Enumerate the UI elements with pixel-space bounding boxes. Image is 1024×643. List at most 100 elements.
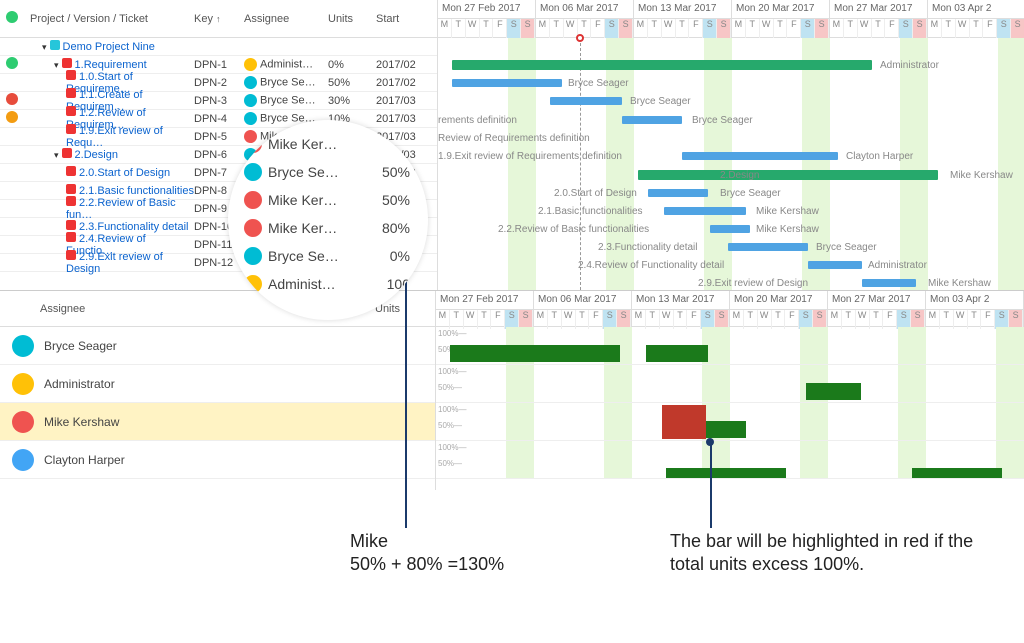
gantt-bar[interactable] xyxy=(452,79,562,87)
task-name[interactable]: 2.0.Start of Design xyxy=(79,167,170,179)
week-header: Mon 27 Feb 2017MTWTFSS xyxy=(436,291,534,326)
task-name[interactable]: 2.Design xyxy=(75,149,118,161)
resource-row[interactable]: Clayton Harper xyxy=(0,441,435,479)
load-bar[interactable] xyxy=(806,383,861,400)
day-header: T xyxy=(676,19,690,38)
weekend-stripe xyxy=(998,38,1024,290)
gantt-bar[interactable] xyxy=(862,279,916,287)
load-bar[interactable] xyxy=(450,345,620,362)
week-header: Mon 13 Mar 2017MTWTFSS xyxy=(632,291,730,326)
avatar-icon xyxy=(12,449,34,471)
gantt-bar[interactable] xyxy=(550,97,622,105)
issue-type-icon xyxy=(66,88,76,98)
annotation-mike: Mike 50% + 80% =130% xyxy=(350,530,504,577)
week-header: Mon 27 Mar 2017MTWTFSS xyxy=(830,0,928,37)
load-bar[interactable] xyxy=(912,468,1002,478)
load-bar[interactable] xyxy=(706,421,746,438)
gantt-bar[interactable] xyxy=(664,207,746,215)
status-icon xyxy=(6,111,18,123)
key-col-header[interactable]: Key ↑ xyxy=(194,13,244,25)
issue-type-icon xyxy=(50,40,60,50)
week-header: Mon 13 Mar 2017MTWTFSS xyxy=(634,0,732,37)
expand-icon[interactable]: ▾ xyxy=(42,42,47,52)
avatar-icon xyxy=(244,94,257,107)
resource-load-row: 100%—50%— xyxy=(436,403,1024,441)
resource-row[interactable]: Mike Kershaw xyxy=(0,403,435,441)
day-header: S xyxy=(899,19,913,38)
assignee-name: Bryce Se… xyxy=(260,76,316,88)
start-col-header[interactable]: Start xyxy=(376,13,426,25)
gantt-label: Bryce Seager xyxy=(816,242,877,253)
day-header: W xyxy=(466,19,480,38)
issue-type-icon xyxy=(66,184,76,194)
day-header: S xyxy=(913,19,927,38)
units-value: 50% xyxy=(328,77,376,89)
gantt-label: 2.0.Start of Design xyxy=(554,188,637,199)
day-header: W xyxy=(956,19,970,38)
issue-type-icon xyxy=(66,250,76,260)
lens-row: Bryce Se…50% xyxy=(228,158,428,186)
task-key: DPN-2 xyxy=(194,77,244,89)
gantt-label: 2.3.Functionality detail xyxy=(598,242,698,253)
day-header: T xyxy=(774,19,788,38)
gantt-bar[interactable] xyxy=(808,261,862,269)
gantt-label: Bryce Seager xyxy=(692,115,753,126)
avatar-icon xyxy=(244,112,257,125)
day-header: S xyxy=(815,19,829,38)
day-header: M xyxy=(830,19,844,38)
day-header: S xyxy=(619,19,633,38)
units-col-header[interactable]: Units xyxy=(328,13,376,25)
resource-name: Clayton Harper xyxy=(44,453,125,467)
gantt-bar[interactable] xyxy=(622,116,682,124)
load-bar[interactable] xyxy=(666,468,786,478)
week-header: Mon 20 Mar 2017MTWTFSS xyxy=(732,0,830,37)
issue-type-icon xyxy=(66,232,76,242)
avatar-icon xyxy=(244,247,262,265)
week-header: Mon 06 Mar 2017MTWTFSS xyxy=(534,291,632,326)
week-header: Mon 03 Apr 2MTWTFSS xyxy=(926,291,1024,326)
avatar-icon xyxy=(12,335,34,357)
gantt-bar[interactable] xyxy=(710,225,750,233)
expand-icon[interactable]: ▾ xyxy=(54,60,59,70)
day-header: F xyxy=(787,19,801,38)
lens-row: Mike Ker…80% xyxy=(228,214,428,242)
avatar-icon xyxy=(244,219,262,237)
gantt-label: Administrator xyxy=(880,60,939,71)
day-header: F xyxy=(591,19,605,38)
today-marker-icon xyxy=(576,34,584,42)
gantt-bar[interactable] xyxy=(452,60,872,70)
day-header: M xyxy=(928,19,942,38)
day-header: S xyxy=(801,19,815,38)
gantt-bar[interactable] xyxy=(728,243,808,251)
day-header: T xyxy=(872,19,886,38)
day-header: F xyxy=(885,19,899,38)
task-name[interactable]: 2.2.Review of Basic fun… xyxy=(66,197,176,221)
project-col-header[interactable]: Project / Version / Ticket xyxy=(24,13,194,25)
sort-asc-icon[interactable]: ↑ xyxy=(216,14,221,24)
gantt-bar[interactable] xyxy=(648,189,708,197)
avatar-icon xyxy=(12,373,34,395)
issue-type-icon xyxy=(66,196,76,206)
resource-row[interactable]: Bryce Seager xyxy=(0,327,435,365)
day-header: T xyxy=(844,19,858,38)
day-header: W xyxy=(662,19,676,38)
load-bar[interactable] xyxy=(662,405,706,439)
issue-type-icon xyxy=(66,106,76,116)
weekend-stripe xyxy=(900,38,928,290)
resource-row[interactable]: Administrator xyxy=(0,365,435,403)
day-header: T xyxy=(970,19,984,38)
day-header: T xyxy=(648,19,662,38)
gantt-bar[interactable] xyxy=(638,170,938,180)
expand-icon[interactable]: ▾ xyxy=(54,150,59,160)
task-name[interactable]: 2.9.Exit review of Design xyxy=(66,251,163,275)
gantt-bar[interactable] xyxy=(682,152,838,160)
load-bar[interactable] xyxy=(646,345,708,362)
assignee-col-header[interactable]: Assignee xyxy=(244,13,328,25)
task-name[interactable]: Demo Project Nine xyxy=(63,41,155,53)
task-name[interactable]: 1.9.Exit review of Requ… xyxy=(66,125,163,149)
day-header: W xyxy=(858,19,872,38)
gantt-label: Clayton Harper xyxy=(846,151,913,162)
assignee-name: Bryce Se… xyxy=(260,94,316,106)
gantt-label: Bryce Seager xyxy=(630,96,691,107)
task-row[interactable]: ▾ Demo Project Nine xyxy=(0,38,437,56)
